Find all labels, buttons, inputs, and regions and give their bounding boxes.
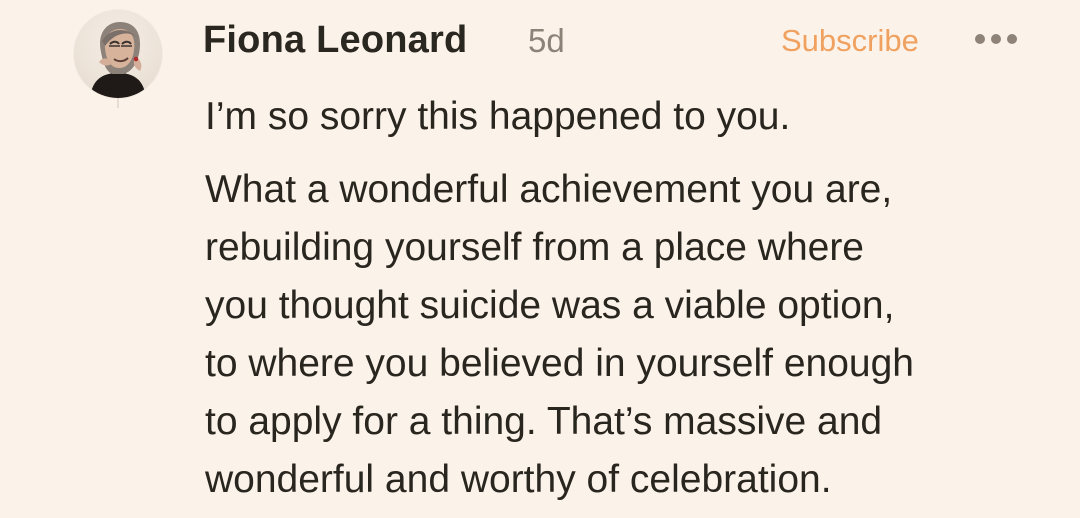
more-options-button[interactable] — [973, 24, 1021, 52]
comment-paragraph-2: What a wonderful achievement you are, re… — [205, 161, 1025, 509]
more-dot-icon — [991, 34, 1001, 44]
subscribe-button[interactable]: Subscribe — [781, 21, 919, 61]
more-dot-icon — [975, 34, 985, 44]
comment-line: rebuilding yourself from a place where — [205, 226, 865, 269]
more-dot-icon — [1007, 34, 1017, 44]
comment-line: wonderful and worthy of celebration. — [205, 458, 832, 501]
comment-paragraph-1: I’m so sorry this happened to you. — [205, 95, 791, 138]
comment-header: Fiona Leonard 5d Subscribe — [203, 14, 1023, 68]
comment-line: to where you believed in yourself enough — [205, 342, 914, 385]
author-name[interactable]: Fiona Leonard — [203, 18, 467, 62]
comment-line: What a wonderful achievement you are, — [205, 168, 893, 211]
comment-line: you thought suicide was a viable option, — [205, 284, 895, 327]
comment-line: to apply for a thing. That’s massive and — [205, 400, 883, 443]
avatar[interactable] — [74, 10, 162, 98]
comment-timestamp[interactable]: 5d — [528, 21, 565, 61]
profile-photo-icon — [74, 10, 162, 98]
comment-card: Fiona Leonard 5d Subscribe I’m so sorry … — [0, 0, 1080, 518]
comment-body: I’m so sorry this happened to you. What … — [205, 89, 1025, 509]
